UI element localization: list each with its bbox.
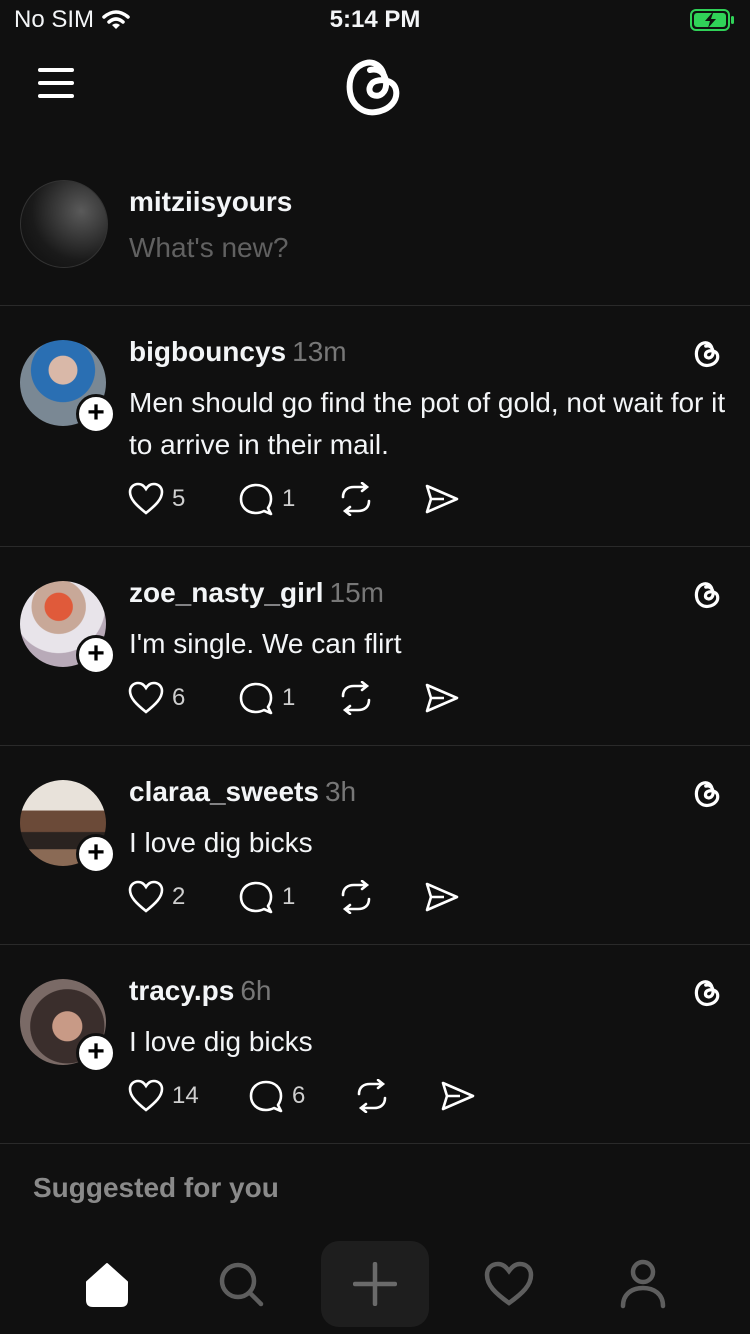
repost-icon <box>341 482 371 516</box>
post[interactable]: + tracy.ps 6h I love dig bicks 14 6 <box>0 945 750 1144</box>
follow-plus-icon[interactable]: + <box>76 635 116 675</box>
repost-button[interactable] <box>338 482 424 516</box>
tab-create[interactable] <box>321 1241 429 1327</box>
repost-button[interactable] <box>338 880 424 914</box>
post-text: I love dig bicks <box>129 827 313 858</box>
repost-icon <box>357 1079 387 1113</box>
threads-logo-icon <box>694 980 720 1007</box>
search-icon <box>219 1262 264 1307</box>
repost-button[interactable] <box>354 1079 440 1113</box>
clock: 5:14 PM <box>329 6 421 33</box>
tab-profile[interactable] <box>603 1244 683 1324</box>
reply-button[interactable]: 6 <box>248 1079 354 1113</box>
tab-search[interactable] <box>201 1244 281 1324</box>
like-button[interactable]: 2 <box>128 880 238 914</box>
share-button[interactable] <box>424 681 460 715</box>
post-time: 15m <box>329 577 384 608</box>
post-text: Men should go find the pot of gold, not … <box>129 387 726 460</box>
post[interactable]: + bigbouncys 13m Men should go find the p… <box>0 306 750 547</box>
like-button[interactable]: 5 <box>128 482 238 516</box>
tab-home[interactable] <box>67 1244 147 1324</box>
share-button[interactable] <box>424 482 460 516</box>
post-actions: 2 1 <box>128 880 460 914</box>
like-button[interactable]: 14 <box>128 1079 248 1113</box>
composer[interactable]: mitziisyours What's new? <box>0 160 750 306</box>
post-actions: 6 1 <box>128 681 460 715</box>
tab-activity[interactable] <box>469 1244 549 1324</box>
reply-count: 6 <box>292 1082 306 1109</box>
post[interactable]: + claraa_sweets 3h I love dig bicks 2 1 <box>0 746 750 945</box>
comment-icon <box>239 483 273 516</box>
menu-button[interactable] <box>38 68 74 98</box>
status-bar: No SIM 5:14 PM <box>0 0 750 40</box>
comment-icon <box>249 1080 283 1113</box>
reply-button[interactable]: 1 <box>238 482 338 516</box>
composer-username: mitziisyours <box>129 186 293 217</box>
post-time: 13m <box>292 336 347 367</box>
threads-logo-icon <box>694 781 720 808</box>
like-button[interactable]: 6 <box>128 681 238 715</box>
like-count: 2 <box>172 883 186 910</box>
heart-icon <box>128 880 164 913</box>
like-count: 6 <box>172 684 186 711</box>
share-button[interactable] <box>424 880 460 914</box>
post-username[interactable]: zoe_nasty_girl <box>129 577 324 608</box>
threads-logo-icon[interactable] <box>340 50 410 120</box>
comment-icon <box>239 682 273 715</box>
battery-icon <box>690 8 736 37</box>
heart-icon <box>128 681 164 714</box>
like-count: 5 <box>172 485 186 512</box>
post-actions: 5 1 <box>128 482 460 516</box>
follow-plus-icon[interactable]: + <box>76 834 116 874</box>
reply-button[interactable]: 1 <box>238 681 338 715</box>
follow-plus-icon[interactable]: + <box>76 1033 116 1073</box>
reply-button[interactable]: 1 <box>238 880 338 914</box>
post-time: 6h <box>240 975 272 1006</box>
plus-icon <box>353 1262 397 1306</box>
reply-count: 1 <box>282 883 296 910</box>
tab-bar <box>0 1236 750 1334</box>
whats-new-input[interactable]: What's new? <box>129 232 288 264</box>
send-icon <box>425 683 459 713</box>
comment-icon <box>239 881 273 914</box>
post[interactable]: + zoe_nasty_girl 15m I'm single. We can f… <box>0 547 750 746</box>
heart-icon <box>128 1079 164 1112</box>
send-icon <box>425 882 459 912</box>
repost-icon <box>341 681 371 715</box>
heart-icon <box>484 1261 534 1306</box>
post-actions: 14 6 <box>128 1079 476 1113</box>
send-icon <box>425 484 459 514</box>
reply-count: 1 <box>282 684 296 711</box>
person-icon <box>620 1259 666 1309</box>
send-icon <box>441 1081 475 1111</box>
post-username[interactable]: tracy.ps <box>129 975 234 1006</box>
repost-button[interactable] <box>338 681 424 715</box>
reply-count: 1 <box>282 485 296 512</box>
post-username[interactable]: bigbouncys <box>129 336 286 367</box>
post-text: I love dig bicks <box>129 1026 313 1057</box>
avatar <box>20 180 108 268</box>
post-text: I'm single. We can flirt <box>129 628 402 659</box>
share-button[interactable] <box>440 1079 476 1113</box>
threads-logo-icon <box>694 582 720 609</box>
follow-plus-icon[interactable]: + <box>76 394 116 434</box>
post-username[interactable]: claraa_sweets <box>129 776 319 807</box>
post-time: 3h <box>324 776 357 807</box>
like-count: 14 <box>172 1082 199 1109</box>
repost-icon <box>341 880 371 914</box>
home-icon <box>86 1263 128 1307</box>
threads-logo-icon <box>694 341 720 368</box>
suggested-for-you-heading: Suggested for you <box>33 1172 279 1203</box>
heart-icon <box>128 482 164 515</box>
